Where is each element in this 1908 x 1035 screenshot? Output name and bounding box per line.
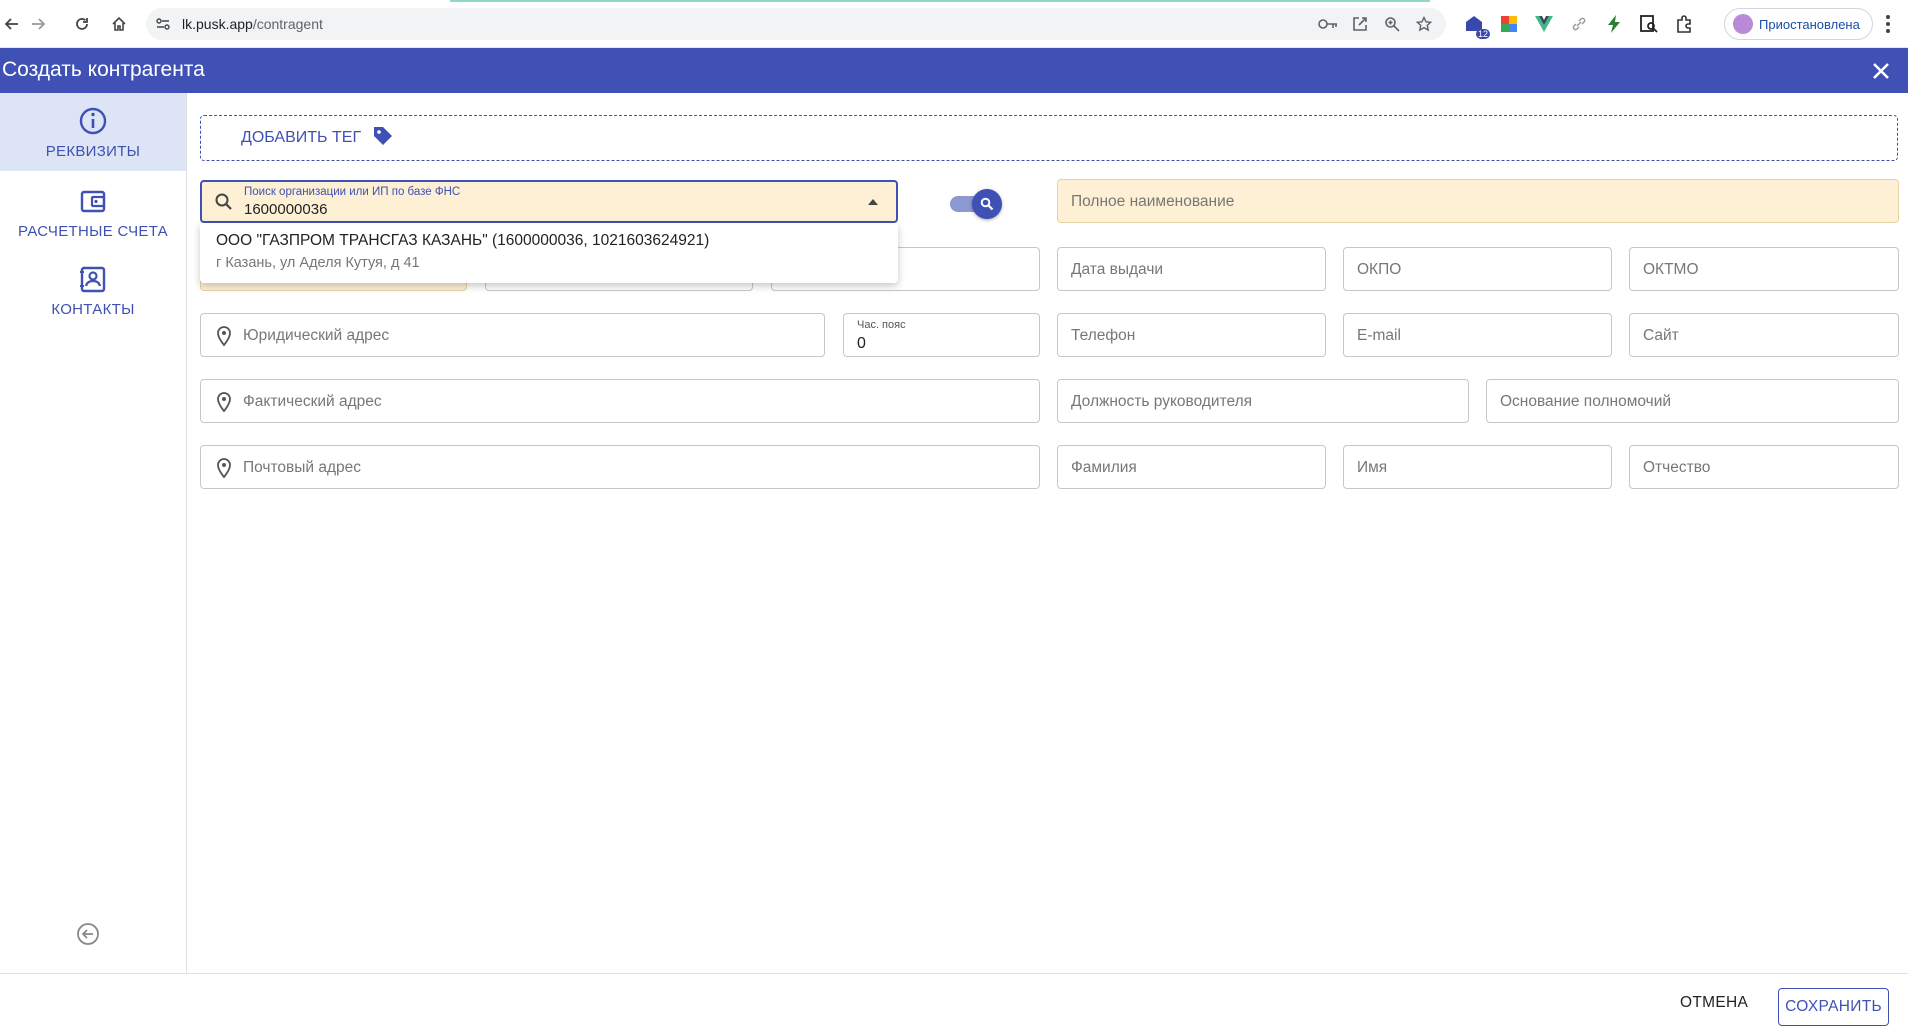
patronymic-field[interactable]: Отчество xyxy=(1629,445,1899,489)
sidebar-item-label: КОНТАКТЫ xyxy=(51,300,135,318)
wallet-icon xyxy=(77,185,109,217)
phone-field[interactable]: Телефон xyxy=(1057,313,1326,357)
search-icon xyxy=(972,189,1002,219)
head-position-field[interactable]: Должность руководителя xyxy=(1057,379,1469,423)
sidebar-item-requisites[interactable]: РЕКВИЗИТЫ xyxy=(0,93,186,171)
add-tag-button[interactable]: ДОБАВИТЬ ТЕГ xyxy=(200,115,1898,161)
sidebar: РЕКВИЗИТЫ РАСЧЕТНЫЕ СЧЕТА КОНТАКТЫ xyxy=(0,93,187,973)
extension-bolt-icon[interactable] xyxy=(1602,12,1626,36)
url-text: lk.pusk.app/contragent xyxy=(182,16,323,32)
authority-basis-field[interactable]: Основание полномочий xyxy=(1486,379,1899,423)
sidebar-item-accounts[interactable]: РАСЧЕТНЫЕ СЧЕТА xyxy=(0,173,186,251)
extension-vue-icon[interactable] xyxy=(1532,12,1556,36)
oktmo-field[interactable]: ОКТМО xyxy=(1629,247,1899,291)
info-icon xyxy=(77,105,109,137)
email-field[interactable]: E-mail xyxy=(1343,313,1612,357)
fns-search-toggle[interactable] xyxy=(950,188,1002,219)
search-value[interactable]: 1600000036 xyxy=(244,201,327,218)
first-name-field[interactable]: Имя xyxy=(1343,445,1612,489)
bookmark-star-icon[interactable] xyxy=(1414,14,1434,34)
avatar xyxy=(1733,14,1753,34)
close-icon[interactable] xyxy=(1868,58,1894,84)
chevron-up-icon[interactable] xyxy=(868,199,878,205)
search-icon xyxy=(214,192,234,212)
dialog-header: Создать контрагента xyxy=(0,48,1908,93)
extension-link-icon[interactable] xyxy=(1567,12,1591,36)
password-key-icon[interactable] xyxy=(1318,14,1338,34)
profile-button[interactable]: Приостановлена xyxy=(1724,8,1873,40)
last-name-field[interactable]: Фамилия xyxy=(1057,445,1326,489)
profile-label: Приостановлена xyxy=(1759,16,1860,32)
browser-toolbar: lk.pusk.app/contragent 12 Приостановлена xyxy=(0,0,1908,48)
extension-badge: 12 xyxy=(1475,29,1490,39)
sidebar-item-contacts[interactable]: КОНТАКТЫ xyxy=(0,251,186,329)
save-button[interactable]: СОХРАНИТЬ xyxy=(1778,988,1889,1026)
page-title: Создать контрагента xyxy=(2,58,205,81)
location-pin-icon xyxy=(215,457,233,479)
tab-indicator xyxy=(450,0,1430,2)
zoom-icon[interactable] xyxy=(1382,14,1402,34)
legal-address-field[interactable]: Юридический адрес xyxy=(200,313,825,357)
location-pin-icon xyxy=(215,391,233,413)
open-in-app-icon[interactable] xyxy=(1350,14,1370,34)
back-arrow-icon[interactable] xyxy=(0,12,24,36)
home-icon[interactable] xyxy=(107,12,131,36)
dialog-footer: ОТМЕНА СОХРАНИТЬ xyxy=(0,973,1908,1035)
sidebar-item-label: РЕКВИЗИТЫ xyxy=(45,142,141,160)
forward-arrow-icon[interactable] xyxy=(26,12,50,36)
browser-menu-icon[interactable] xyxy=(1876,12,1900,36)
actual-address-field[interactable]: Фактический адрес xyxy=(200,379,1040,423)
add-tag-label: ДОБАВИТЬ ТЕГ xyxy=(241,129,362,146)
timezone-field[interactable]: Час. пояс 0 xyxy=(843,313,1040,357)
collapse-sidebar-icon[interactable] xyxy=(75,921,101,947)
contact-card-icon xyxy=(77,263,109,295)
cancel-button[interactable]: ОТМЕНА xyxy=(1680,994,1748,1012)
extension-search-doc-icon[interactable] xyxy=(1637,12,1661,36)
fns-search-input[interactable]: Поиск организации или ИП по базе ФНС 160… xyxy=(200,180,898,223)
result-address: г Казань, ул Аделя Кутуя, д 41 xyxy=(216,255,420,271)
issue-date-field[interactable]: Дата выдачи xyxy=(1057,247,1326,291)
search-result-item[interactable]: ООО "ГАЗПРОМ ТРАНСГАЗ КАЗАНЬ" (160000003… xyxy=(200,223,898,283)
extension-mail-icon[interactable]: 12 xyxy=(1462,12,1490,39)
address-bar[interactable]: lk.pusk.app/contragent xyxy=(146,8,1446,40)
result-title: ООО "ГАЗПРОМ ТРАНСГАЗ КАЗАНЬ" (160000003… xyxy=(216,232,710,249)
okpo-field[interactable]: ОКПО xyxy=(1343,247,1612,291)
extension-colors-icon[interactable] xyxy=(1497,12,1521,36)
postal-address-field[interactable]: Почтовый адрес xyxy=(200,445,1040,489)
site-field[interactable]: Сайт xyxy=(1629,313,1899,357)
location-pin-icon xyxy=(215,325,233,347)
sidebar-item-label: РАСЧЕТНЫЕ СЧЕТА xyxy=(18,222,168,240)
site-settings-icon[interactable] xyxy=(154,15,172,33)
reload-icon[interactable] xyxy=(70,12,94,36)
extensions-puzzle-icon[interactable] xyxy=(1672,12,1696,36)
full-name-field[interactable]: Полное наименование xyxy=(1057,179,1899,223)
search-label: Поиск организации или ИП по базе ФНС xyxy=(244,186,461,198)
search-results-dropdown: ООО "ГАЗПРОМ ТРАНСГАЗ КАЗАНЬ" (160000003… xyxy=(200,223,898,283)
tag-icon xyxy=(371,124,395,153)
